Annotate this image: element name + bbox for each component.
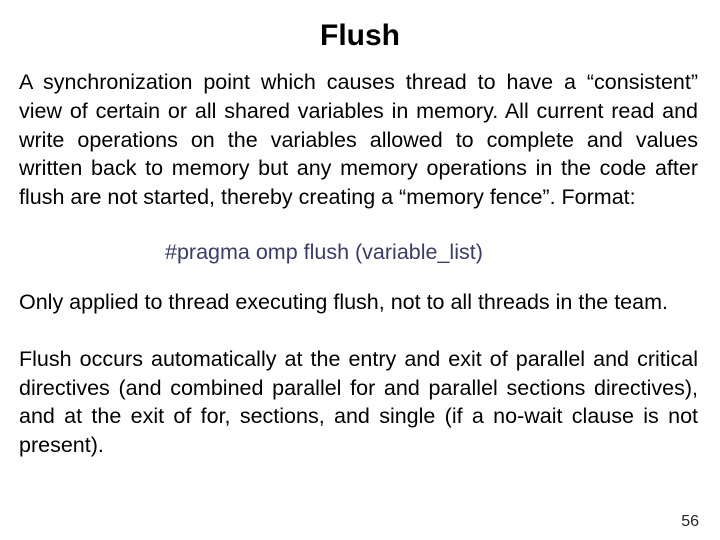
code-directive: #pragma omp flush (variable_list)	[165, 239, 483, 264]
spacer-after-code	[19, 266, 698, 288]
paragraph-scope: Only applied to thread executing flush, …	[19, 289, 668, 314]
page-title: Flush	[320, 19, 400, 52]
paragraph-definition: A synchronization point which causes thr…	[19, 70, 698, 210]
spacer-after-definition	[19, 212, 698, 238]
slide-body: A synchronization point which causes thr…	[19, 68, 698, 460]
page-number: 56	[681, 513, 699, 530]
spacer-after-scope	[19, 317, 698, 345]
slide-canvas: Flush A synchronization point which caus…	[0, 0, 720, 540]
paragraph-implicit-flush: Flush occurs automatically at the entry …	[19, 346, 698, 458]
